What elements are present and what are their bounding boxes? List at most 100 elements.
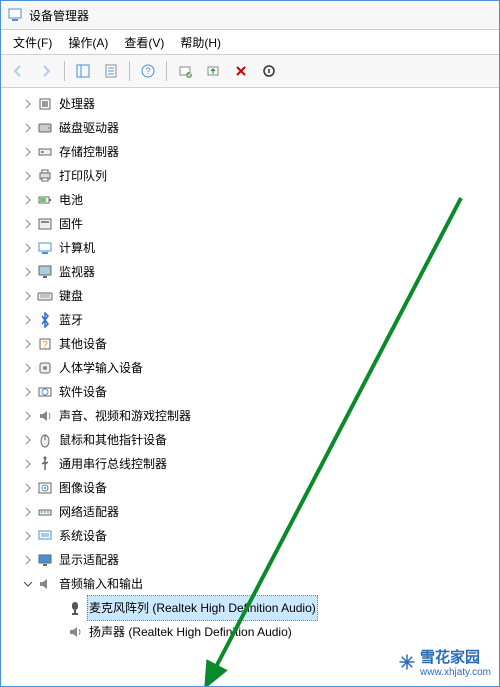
monitor-icon <box>37 264 53 280</box>
display-icon <box>37 552 53 568</box>
expand-collapse-icon[interactable] <box>21 433 35 447</box>
node-label: 系统设备 <box>57 523 109 549</box>
software-icon <box>37 384 53 400</box>
tree-node[interactable]: 显示适配器 <box>21 548 499 572</box>
tree-node[interactable]: 存储控制器 <box>21 140 499 164</box>
keyboard-icon <box>37 288 53 304</box>
device-manager-window: 设备管理器 文件(F) 操作(A) 查看(V) 帮助(H) ? 处理器磁盘驱动器… <box>0 0 500 687</box>
image-icon <box>37 480 53 496</box>
node-label: 声音、视频和游戏控制器 <box>57 403 193 429</box>
audio-out-icon <box>67 624 83 640</box>
expand-collapse-icon[interactable] <box>21 313 35 327</box>
forward-button[interactable] <box>33 58 59 84</box>
tree-node[interactable]: 监视器 <box>21 260 499 284</box>
tree-node[interactable]: 键盘 <box>21 284 499 308</box>
node-label: 通用串行总线控制器 <box>57 451 169 477</box>
other-icon: ? <box>37 336 53 352</box>
disable-button[interactable] <box>256 58 282 84</box>
title-bar: 设备管理器 <box>1 1 499 30</box>
node-label: 其他设备 <box>57 331 109 357</box>
node-label: 存储控制器 <box>57 139 121 165</box>
tree-node[interactable]: 软件设备 <box>21 380 499 404</box>
printer-icon <box>37 168 53 184</box>
tree-node[interactable]: 鼠标和其他指针设备 <box>21 428 499 452</box>
disk-icon <box>37 120 53 136</box>
tree-node[interactable]: 计算机 <box>21 236 499 260</box>
device-tree[interactable]: 处理器磁盘驱动器存储控制器打印队列电池固件计算机监视器键盘蓝牙? 其他设备人体学输… <box>1 88 499 686</box>
tree-node[interactable]: 图像设备 <box>21 476 499 500</box>
tree-node[interactable]: 扬声器 (Realtek High Definition Audio) <box>51 620 499 644</box>
tree-node[interactable]: 磁盘驱动器 <box>21 116 499 140</box>
menu-help[interactable]: 帮助(H) <box>172 32 229 53</box>
back-button[interactable] <box>5 58 31 84</box>
expand-collapse-icon[interactable] <box>21 265 35 279</box>
expand-collapse-icon[interactable] <box>21 481 35 495</box>
svg-text:?: ? <box>145 66 150 76</box>
tree-node[interactable]: 固件 <box>21 212 499 236</box>
node-label: 处理器 <box>57 91 97 117</box>
expand-collapse-icon[interactable] <box>21 121 35 135</box>
node-label: 人体学输入设备 <box>57 355 145 381</box>
tree-node[interactable]: 音频输入和输出 <box>21 572 499 596</box>
audio-icon <box>37 576 53 592</box>
update-driver-button[interactable] <box>200 58 226 84</box>
tree-node[interactable]: 网络适配器 <box>21 500 499 524</box>
spacer <box>51 625 65 639</box>
expand-collapse-icon[interactable] <box>21 385 35 399</box>
app-icon <box>7 7 23 23</box>
expand-collapse-icon[interactable] <box>21 457 35 471</box>
menu-view[interactable]: 查看(V) <box>116 32 172 53</box>
node-label: 蓝牙 <box>57 307 85 333</box>
expand-collapse-icon[interactable] <box>21 241 35 255</box>
network-icon <box>37 504 53 520</box>
node-label: 扬声器 (Realtek High Definition Audio) <box>87 619 294 645</box>
toolbar: ? <box>1 55 499 88</box>
expand-collapse-icon[interactable] <box>21 361 35 375</box>
tree-node[interactable]: 处理器 <box>21 92 499 116</box>
tree-node[interactable]: 系统设备 <box>21 524 499 548</box>
tree-node[interactable]: 人体学输入设备 <box>21 356 499 380</box>
toolbar-separator <box>129 61 130 81</box>
audio-in-icon <box>67 600 83 616</box>
expand-collapse-icon[interactable] <box>21 505 35 519</box>
help-button[interactable]: ? <box>135 58 161 84</box>
node-label: 电池 <box>57 187 85 213</box>
cpu-icon <box>37 96 53 112</box>
menu-file[interactable]: 文件(F) <box>5 32 60 53</box>
node-label: 打印队列 <box>57 163 109 189</box>
expand-collapse-icon[interactable] <box>21 289 35 303</box>
expand-collapse-icon[interactable] <box>21 169 35 183</box>
expand-collapse-icon[interactable] <box>21 97 35 111</box>
node-label: 键盘 <box>57 283 85 309</box>
tree-node[interactable]: 蓝牙 <box>21 308 499 332</box>
expand-collapse-icon[interactable] <box>21 337 35 351</box>
tree-node[interactable]: 打印队列 <box>21 164 499 188</box>
node-label: 固件 <box>57 211 85 237</box>
window-title: 设备管理器 <box>29 7 89 24</box>
properties-button[interactable] <box>98 58 124 84</box>
node-label: 网络适配器 <box>57 499 121 525</box>
expand-collapse-icon[interactable] <box>21 409 35 423</box>
mouse-icon <box>37 432 53 448</box>
scan-hardware-button[interactable] <box>172 58 198 84</box>
expand-collapse-icon[interactable] <box>21 553 35 567</box>
expand-collapse-icon[interactable] <box>21 529 35 543</box>
svg-text:?: ? <box>42 340 48 351</box>
expand-collapse-icon[interactable] <box>21 193 35 207</box>
expand-collapse-icon[interactable] <box>21 145 35 159</box>
tree-node[interactable]: ? 其他设备 <box>21 332 499 356</box>
expand-collapse-icon[interactable] <box>21 577 35 591</box>
storage-icon <box>37 144 53 160</box>
firmware-icon <box>37 216 53 232</box>
tree-node[interactable]: 麦克风阵列 (Realtek High Definition Audio) <box>51 596 499 620</box>
tree-node[interactable]: 通用串行总线控制器 <box>21 452 499 476</box>
uninstall-button[interactable] <box>228 58 254 84</box>
tree-node[interactable]: 电池 <box>21 188 499 212</box>
tree-node[interactable]: 声音、视频和游戏控制器 <box>21 404 499 428</box>
battery-icon <box>37 192 53 208</box>
menu-action[interactable]: 操作(A) <box>60 32 116 53</box>
sound-icon <box>37 408 53 424</box>
expand-collapse-icon[interactable] <box>21 217 35 231</box>
show-hide-tree-button[interactable] <box>70 58 96 84</box>
computer-icon <box>37 240 53 256</box>
